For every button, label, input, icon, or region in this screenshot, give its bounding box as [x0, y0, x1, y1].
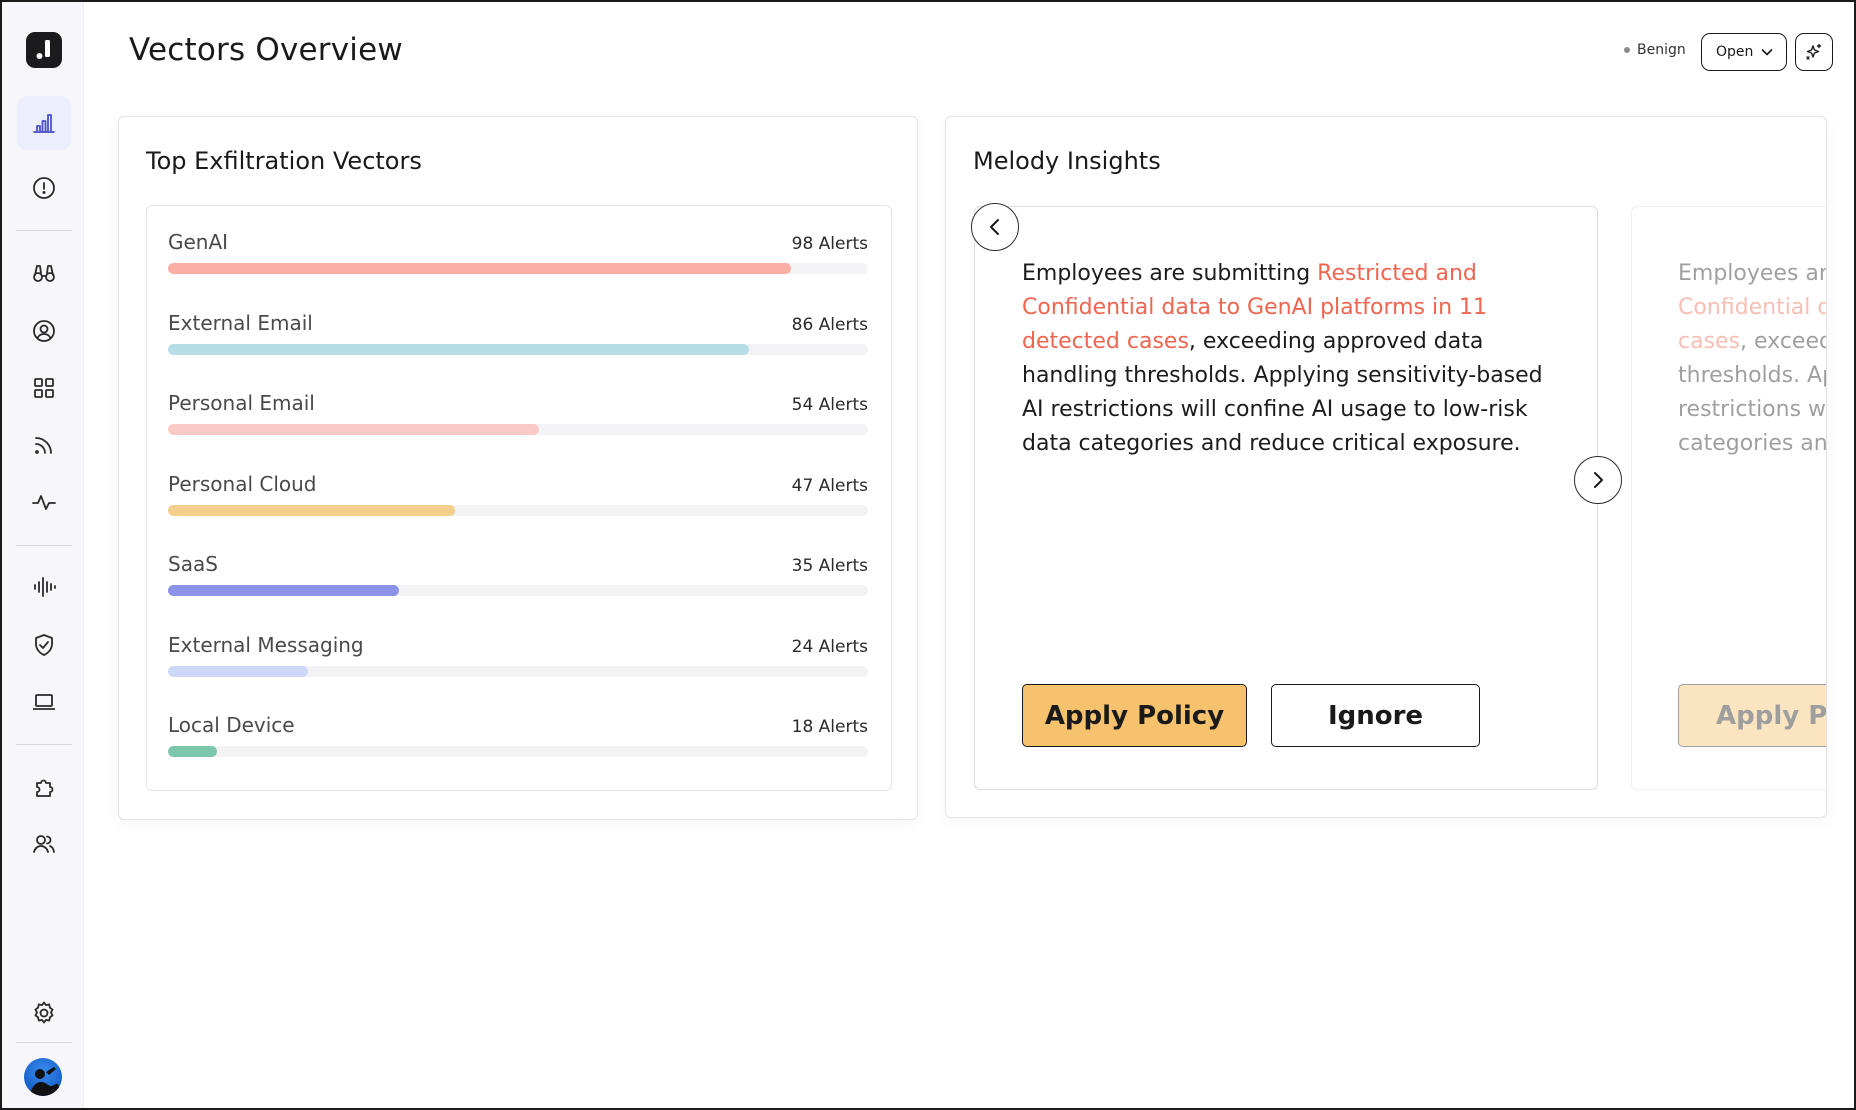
vector-row[interactable]: SaaS 35 Alerts: [168, 552, 868, 612]
vector-name: Personal Email: [168, 391, 315, 415]
vector-progress-fill: [168, 263, 791, 274]
alert-circle-icon: [33, 177, 55, 199]
vector-progress-track: [168, 263, 868, 274]
vector-name: GenAI: [168, 230, 229, 254]
vector-alert-count: 54 Alerts: [791, 395, 868, 415]
nav-integrations[interactable]: [17, 760, 71, 814]
sidebar: [2, 2, 84, 1108]
activity-icon: [32, 495, 56, 510]
shield-check-icon: [35, 634, 53, 656]
vector-row[interactable]: Personal Cloud 47 Alerts: [168, 472, 868, 532]
vector-progress-track: [168, 504, 868, 516]
insights-card-title: Melody Insights: [973, 147, 1161, 175]
nav-settings[interactable]: [17, 986, 71, 1040]
vector-progress-track: [168, 343, 868, 355]
sparkle-icon: [1806, 43, 1822, 60]
chevron-right-icon: [1594, 472, 1603, 488]
vector-name: External Email: [168, 310, 313, 335]
bar-chart-icon: [33, 114, 55, 133]
carousel-next-button[interactable]: [1574, 456, 1622, 504]
vector-row[interactable]: GenAI 98 Alerts: [168, 230, 868, 290]
nav-devices[interactable]: [17, 675, 71, 729]
vector-alert-count: 18 Alerts: [791, 717, 868, 737]
status-label: Benign: [1637, 42, 1686, 58]
vector-alert-count: 35 Alerts: [791, 556, 868, 576]
insight-text: Employees are submitting Restricted and …: [1022, 257, 1562, 461]
laptop-icon: [33, 694, 55, 710]
nav-feeds[interactable]: [17, 418, 71, 472]
puzzle-icon: [36, 779, 54, 797]
vector-progress-fill: [168, 746, 217, 757]
vector-row[interactable]: Personal Email 54 Alerts: [168, 391, 868, 451]
vectors-list: GenAI 98 Alerts External Email 86 Alerts Per…: [146, 205, 892, 791]
vector-alert-count: 24 Alerts: [791, 636, 868, 657]
gear-icon: [34, 1001, 54, 1024]
status-select[interactable]: Open: [1701, 33, 1787, 71]
insight-next-highlight: Confidential da: [1678, 295, 1826, 320]
insight-next-line5: restrictions wi: [1678, 397, 1827, 422]
vectors-card-title: Top Exfiltration Vectors: [146, 147, 422, 175]
vector-row[interactable]: External Messaging 24 Alerts: [168, 633, 868, 693]
app-logo[interactable]: [26, 32, 62, 68]
exfiltration-vectors-card: Top Exfiltration Vectors GenAI 98 Alerts E…: [118, 116, 918, 820]
insight-card-next: Employees are Confidential da cases, excee…: [1631, 206, 1827, 790]
vector-progress-track: [168, 665, 868, 677]
insight-next-line6: categories and: [1678, 431, 1827, 456]
insight-next-line4: thresholds. Ap: [1678, 363, 1827, 388]
vector-progress-fill: [168, 343, 749, 355]
nav-activity[interactable]: [17, 475, 71, 529]
insight-next-after: , exceedi: [1740, 329, 1826, 354]
nav-signals[interactable]: [17, 560, 71, 614]
vector-name: Personal Cloud: [168, 471, 317, 496]
vector-progress-track: [168, 746, 868, 757]
vector-alert-count: 98 Alerts: [791, 234, 868, 254]
carousel-prev-button[interactable]: [971, 203, 1019, 251]
nav-team[interactable]: [17, 817, 71, 871]
users-icon: [33, 835, 55, 853]
apply-policy-button-next[interactable]: Apply Pol: [1678, 684, 1826, 747]
status-indicator: Benign: [1624, 42, 1686, 58]
avatar[interactable]: [24, 1058, 62, 1096]
vector-row[interactable]: Local Device 18 Alerts: [168, 713, 868, 773]
insight-text-before: Employees are submitting: [1022, 261, 1318, 286]
vector-progress-fill: [168, 504, 455, 516]
app-window: Vectors Overview Benign Open Top Exfiltr…: [0, 0, 1856, 1110]
ai-assistant-button[interactable]: [1795, 33, 1833, 71]
grid-icon: [34, 378, 54, 398]
vector-alert-count: 86 Alerts: [791, 314, 868, 335]
vector-progress-fill: [168, 424, 539, 435]
insight-next-text-before: Employees are: [1678, 261, 1827, 286]
vector-progress-track: [168, 585, 868, 596]
binoculars-icon: [33, 265, 55, 282]
feed-icon: [35, 437, 52, 454]
nav-apps[interactable]: [17, 361, 71, 415]
nav-policies[interactable]: [17, 618, 71, 672]
status-select-value: Open: [1716, 44, 1754, 60]
insights-card: Melody Insights Employees are submitting…: [945, 116, 1827, 818]
chevron-left-icon: [990, 219, 999, 235]
insight-next-highlight-2: cases: [1678, 329, 1741, 354]
status-dot: [1624, 47, 1630, 53]
user-circle-icon: [33, 320, 55, 342]
vector-progress-track: [168, 424, 868, 435]
vector-name: Local Device: [168, 713, 295, 737]
vector-progress-fill: [168, 665, 308, 677]
nav-dashboard[interactable]: [17, 96, 71, 150]
waveform-icon: [34, 577, 56, 597]
insight-next-text: Employees are Confidential da cases, excee…: [1678, 257, 1827, 461]
insight-card: Employees are submitting Restricted and …: [974, 206, 1598, 790]
vector-progress-fill: [168, 585, 399, 596]
page-title: Vectors Overview: [129, 32, 403, 68]
vector-alert-count: 47 Alerts: [791, 475, 868, 496]
chevron-down-icon: [1761, 49, 1773, 56]
nav-alerts[interactable]: [17, 161, 71, 215]
vector-name: SaaS: [168, 552, 218, 576]
nav-users[interactable]: [17, 304, 71, 358]
vector-name: External Messaging: [168, 632, 364, 657]
nav-investigations[interactable]: [17, 246, 71, 300]
ignore-button[interactable]: Ignore: [1271, 684, 1480, 747]
vector-row[interactable]: External Email 86 Alerts: [168, 311, 868, 371]
apply-policy-button[interactable]: Apply Policy: [1022, 684, 1247, 747]
